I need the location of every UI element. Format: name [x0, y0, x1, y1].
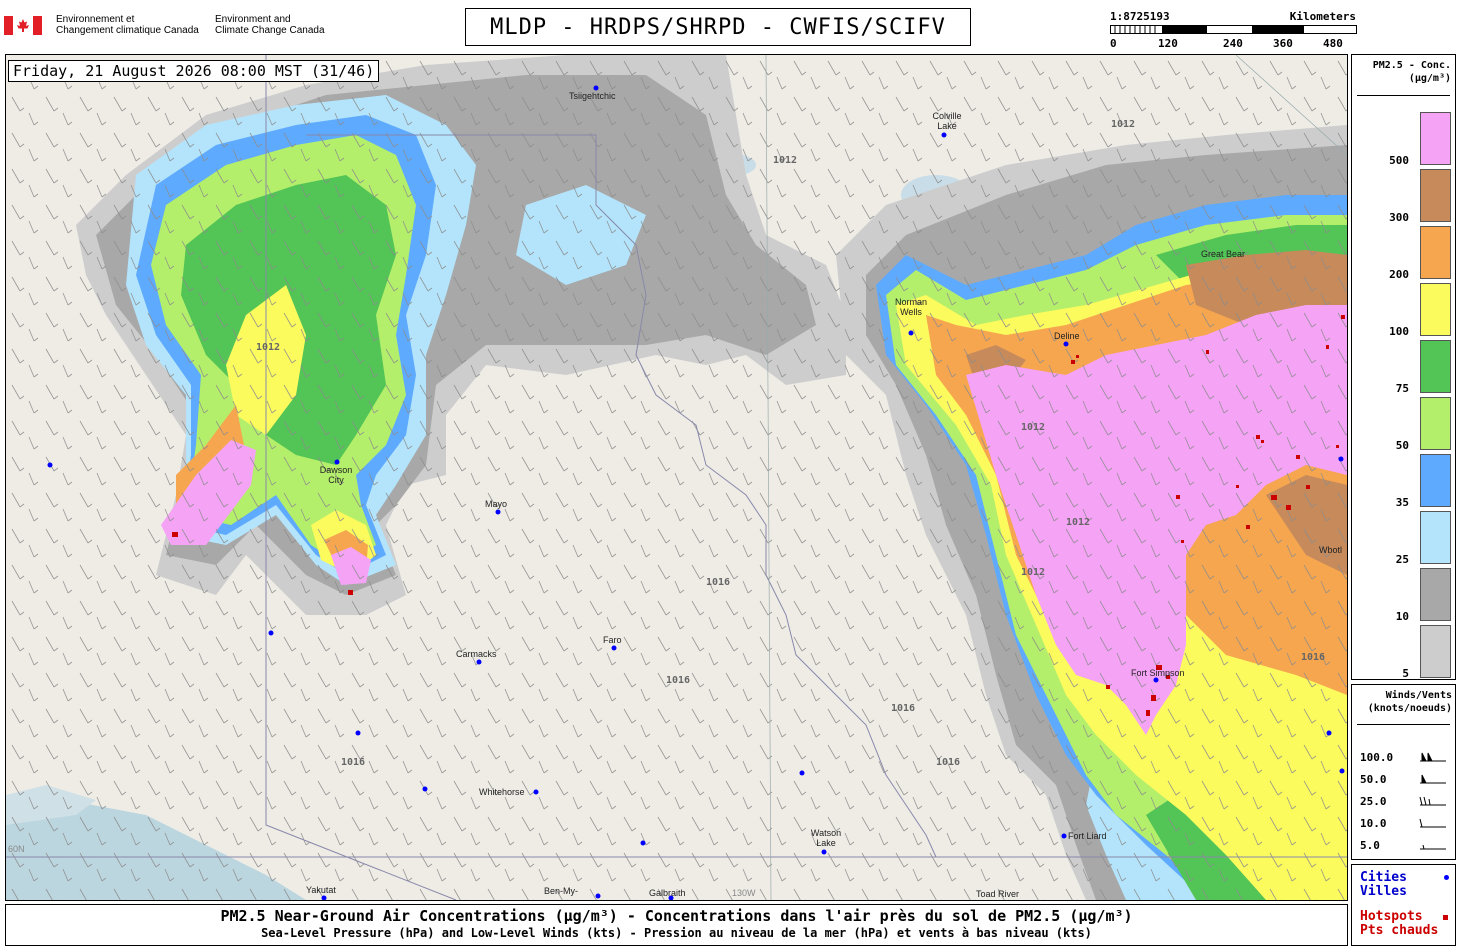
- isobar-label: 1016: [936, 757, 960, 768]
- city-label: Watson Lake: [810, 828, 842, 848]
- city-label: Yakutat: [306, 885, 336, 895]
- cities-legend: Cities Villes: [1360, 870, 1407, 899]
- city-label: Colville Lake: [932, 111, 962, 131]
- caption-line-2: Sea-Level Pressure (hPa) and Low-Level W…: [261, 926, 1092, 940]
- pm25-swatch: [1420, 625, 1451, 678]
- isobar-label: 1016: [891, 703, 915, 714]
- city-label: Ben-My-: [544, 886, 579, 896]
- scale-tick: 240: [1223, 37, 1243, 50]
- isobar-label: 1016: [666, 675, 690, 686]
- isobar-label: 1012: [256, 342, 280, 353]
- city-label: Tsiigehtchic: [569, 91, 616, 101]
- pm25-legend: PM2.5 - Conc. (µg/m³) 500 300 200 100 75 50 35 2…: [1351, 54, 1456, 680]
- city-label: Norman Wells: [894, 297, 927, 317]
- city-label: Whitehorse: [479, 787, 525, 797]
- city-label: Mayo: [485, 499, 508, 509]
- scale-unit: Kilometers: [1289, 10, 1356, 23]
- city-label: Great Bear: [1201, 249, 1246, 259]
- hotspots-legend: Hotspots Pts chauds: [1360, 909, 1439, 938]
- scale-tick: 120: [1158, 37, 1178, 50]
- city-label: Carmacks: [456, 649, 497, 659]
- wind-speed-25: 25.0: [1360, 795, 1387, 808]
- wind-speed-10: 10.0: [1360, 817, 1387, 830]
- scale-tick: 0: [1110, 37, 1117, 50]
- isobar-label: 1016: [1301, 652, 1325, 663]
- symbol-legend: Cities Villes Hotspots Pts chauds: [1351, 864, 1456, 946]
- city-label: Faro: [603, 635, 622, 645]
- longitude-label: 130W: [732, 888, 756, 898]
- product-title: MLDP - HRDPS/SHRPD - CWFIS/SCIFV: [465, 8, 971, 46]
- pm25-bin-label: 300: [1389, 211, 1409, 224]
- pm25-swatch: [1420, 169, 1451, 222]
- pm25-legend-title: PM2.5 - Conc. (µg/m³): [1372, 60, 1451, 84]
- map-caption: PM2.5 Near-Ground Air Concentrations (µg…: [5, 904, 1348, 946]
- wind-speed-100: 100.0: [1360, 751, 1394, 764]
- map-canvas[interactable]: 1012 1012 1012 1012 1012 1012 1016 1016 …: [6, 55, 1347, 900]
- latitude-label: 60N: [8, 844, 25, 854]
- pm25-swatch: [1420, 340, 1451, 393]
- isobar-label: 1016: [706, 577, 730, 588]
- isobar-label: 1016: [341, 757, 365, 768]
- smoke-forecast-map[interactable]: 1012 1012 1012 1012 1012 1012 1016 1016 …: [5, 54, 1348, 901]
- pm25-swatch: [1420, 454, 1451, 507]
- city-label: Galbraith: [649, 888, 686, 898]
- scale-ratio: 1:8725193: [1110, 10, 1170, 23]
- isobar-label: 1012: [1021, 422, 1045, 433]
- pm25-bin-label: 5: [1402, 667, 1409, 680]
- isobar-label: 1012: [1021, 567, 1045, 578]
- canada-flag-icon: [4, 16, 42, 35]
- scale-tick: 480: [1323, 37, 1343, 50]
- city-label: Deline: [1054, 331, 1080, 341]
- city-label: Fort Liard: [1068, 831, 1107, 841]
- wind-legend: Winds/Vents (knots/noeuds) 100.0 50.0 25.…: [1351, 684, 1456, 860]
- pm25-swatch: [1420, 283, 1451, 336]
- pm25-bin-label: 500: [1389, 154, 1409, 167]
- pm25-swatch: [1420, 397, 1451, 450]
- pm25-bin-label: 50: [1395, 439, 1409, 452]
- city-label: Fort Simpson: [1131, 668, 1185, 678]
- wind-legend-title: Winds/Vents (knots/noeuds): [1367, 690, 1452, 714]
- wind-speed-50: 50.0: [1360, 773, 1387, 786]
- city-label: Dawson City: [319, 465, 353, 485]
- pm25-swatch: [1420, 112, 1451, 165]
- pm25-bin-label: 10: [1395, 610, 1409, 623]
- wind-speed-5: 5.0: [1360, 839, 1380, 852]
- city-label: Toad River: [976, 889, 1020, 899]
- city-dot-icon: [1444, 875, 1449, 880]
- government-logo: Environnement et Changement climatique Ca…: [4, 12, 334, 42]
- wind-barb-icons: [1419, 752, 1446, 850]
- isobar-label: 1012: [1066, 517, 1090, 528]
- gov-name-fr: Environnement et Changement climatique Ca…: [56, 14, 199, 36]
- gov-name-en: Environment and Climate Change Canada: [215, 14, 325, 36]
- isobar-label: 1012: [773, 155, 797, 166]
- caption-line-1: PM2.5 Near-Ground Air Concentrations (µg…: [220, 907, 1133, 925]
- forecast-datetime: Friday, 21 August 2026 08:00 MST (31/46): [8, 60, 380, 82]
- isobar-label: 1012: [1111, 119, 1135, 130]
- wind-barbs: [6, 55, 1347, 900]
- pm25-bin-label: 25: [1395, 553, 1409, 566]
- pm25-bin-label: 75: [1395, 382, 1409, 395]
- hotspot-square-icon: [1443, 915, 1448, 920]
- scale-bar-graphic: [1110, 25, 1357, 34]
- pm25-bin-label: 200: [1389, 268, 1409, 281]
- pm25-bin-label: 100: [1389, 325, 1409, 338]
- pm25-swatch: [1420, 568, 1451, 621]
- pm25-swatch: [1420, 226, 1451, 279]
- city-label: Wbotl: [1319, 545, 1343, 555]
- scale-tick: 360: [1273, 37, 1293, 50]
- scale-bar: 1:8725193 Kilometers 0 120 240 360 480: [1110, 10, 1360, 50]
- pm25-swatch: [1420, 511, 1451, 564]
- pm25-bin-label: 35: [1395, 496, 1409, 509]
